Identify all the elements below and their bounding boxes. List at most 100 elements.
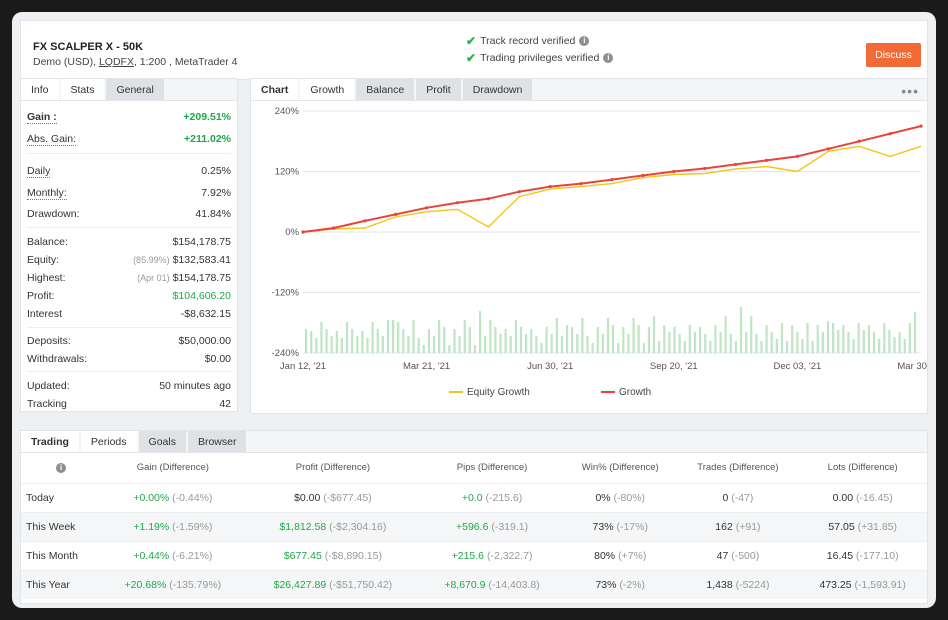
tab-growth[interactable]: Growth [300, 79, 355, 100]
stat-abs-gain: Abs. Gain: +211.02% [27, 133, 231, 146]
volume-bar [872, 332, 876, 353]
chart-panel: Chart Growth Balance Profit Drawdown •••… [250, 78, 928, 414]
tab-chart[interactable]: Chart [251, 79, 299, 100]
pips-diff: (-215.6) [485, 491, 523, 504]
volume-bar [893, 337, 896, 353]
volume-bar [878, 339, 881, 353]
win-cell: 73% (-2%) [563, 569, 678, 599]
volume-bar [468, 327, 471, 353]
tab-profit[interactable]: Profit [416, 79, 461, 100]
stat-highest: Highest: (Apr 01) $154,178.75 [27, 272, 231, 284]
volume-bar [852, 339, 855, 353]
volume-bar [596, 327, 599, 353]
tab-balance[interactable]: Balance [356, 79, 415, 100]
volume-bar [581, 318, 584, 353]
volume-bar [770, 332, 773, 353]
tab-goals[interactable]: Goals [138, 431, 186, 452]
track-record-verified: ✔ Track record verified i [466, 34, 590, 48]
stat-label: Balance: [27, 236, 68, 248]
account-name: FX SCALPER X - 50K [33, 41, 144, 53]
more-options-icon[interactable]: ••• [901, 83, 919, 99]
equity-growth-line [302, 145, 922, 233]
profit-cell: $677.45 (-$8,890.15) [244, 540, 422, 570]
volume-bar [402, 329, 405, 353]
volume-bar [724, 316, 727, 353]
stat-equity: Equity: (85.99%) $132,583.41 [27, 254, 231, 266]
tab-info[interactable]: Info [21, 79, 59, 100]
volume-bar [663, 325, 666, 353]
volume-bar [862, 330, 865, 353]
stat-label: Highest: [27, 272, 66, 284]
growth-chart: 240% 120% 0% -120% -240% Jan 12, '21 Mar 21, '… [272, 106, 927, 398]
volume-bar [801, 339, 804, 353]
stat-equity-pct: (85.99%) [133, 255, 170, 265]
info-icon[interactable]: i [579, 36, 590, 46]
growth-point [455, 201, 460, 205]
gain-value: +0.44% [133, 549, 170, 562]
growth-point [363, 219, 367, 223]
trades-column-header: Trades (Difference) [697, 462, 779, 474]
volume-bar [381, 336, 384, 353]
trades-cell: 162 (+91) [677, 511, 799, 541]
volume-bar [775, 339, 778, 353]
trades-value: 1,438 [706, 578, 733, 591]
volume-bar [601, 334, 604, 353]
tab-drawdown[interactable]: Drawdown [462, 79, 533, 100]
lots-diff: (-1,593.91) [854, 578, 906, 591]
volume-bar [514, 320, 517, 353]
tab-periods[interactable]: Periods [80, 431, 137, 452]
trades-value: 0 [722, 491, 729, 504]
y-tick-label: 0% [285, 227, 299, 238]
volume-bar [407, 336, 410, 353]
gain-value: +0.00% [133, 491, 170, 504]
info-icon[interactable]: i [603, 53, 614, 63]
volume-bar [576, 334, 579, 353]
x-tick-label: Jan 12, '21 [280, 361, 326, 372]
pips-value: +0.0 [461, 491, 483, 504]
growth-point [641, 173, 645, 178]
y-tick-label: 120% [275, 167, 300, 178]
win-diff: (-80%) [613, 491, 646, 504]
stat-balance: Balance: $154,178.75 [27, 236, 231, 248]
stat-tracking: Tracking 42 [27, 398, 231, 410]
tab-browser[interactable]: Browser [187, 431, 247, 452]
legend-equity-label: Equity Growth [467, 387, 530, 398]
growth-point [548, 185, 552, 189]
trades-cell: 1,438 (-5224) [677, 569, 799, 599]
pips-cell: +0.0 (-215.6) [421, 482, 564, 512]
profit-value: $1,812.58 [279, 520, 327, 533]
volume-bar [565, 325, 569, 353]
trades-cell: 47 (-500) [677, 540, 799, 570]
window-frame: FX SCALPER X - 50K Demo (USD), LQDFX, 1:… [12, 12, 936, 608]
stat-label: Gain : [27, 111, 57, 124]
growth-point [610, 177, 614, 182]
volume-bar [376, 329, 379, 353]
gain-diff: (-0.44%) [172, 491, 213, 504]
gain-column-header: Gain (Difference) [136, 462, 209, 474]
volume-bar [371, 322, 374, 353]
win-value: 0% [595, 491, 611, 504]
tab-trading[interactable]: Trading [21, 431, 79, 452]
volume-bar [571, 327, 574, 353]
tab-stats[interactable]: Stats [60, 79, 105, 100]
info-icon[interactable]: i [56, 463, 66, 474]
volume-bar [550, 334, 553, 353]
volume-bar [519, 327, 523, 353]
tab-general[interactable]: General [106, 79, 164, 100]
volume-bar [898, 332, 901, 353]
trades-diff: (+91) [735, 520, 761, 533]
stat-value: $154,178.75 [172, 272, 231, 284]
stat-value: 42 [219, 398, 231, 410]
broker-link[interactable]: LQDFX [99, 56, 134, 68]
volume-bar [785, 341, 789, 353]
pips-diff: (-2,322.7) [486, 549, 533, 562]
volume-bar [791, 325, 794, 353]
discuss-button[interactable]: Discuss [866, 43, 921, 67]
volume-bar [489, 320, 492, 353]
volume-bar [345, 322, 349, 353]
volume-bar [760, 341, 763, 353]
lots-cell: 57.05 (+31.85) [798, 511, 927, 541]
lots-value: 16.45 [826, 549, 854, 562]
pips-value: +8,670.9 [444, 578, 486, 591]
win-value: 80% [594, 549, 616, 562]
